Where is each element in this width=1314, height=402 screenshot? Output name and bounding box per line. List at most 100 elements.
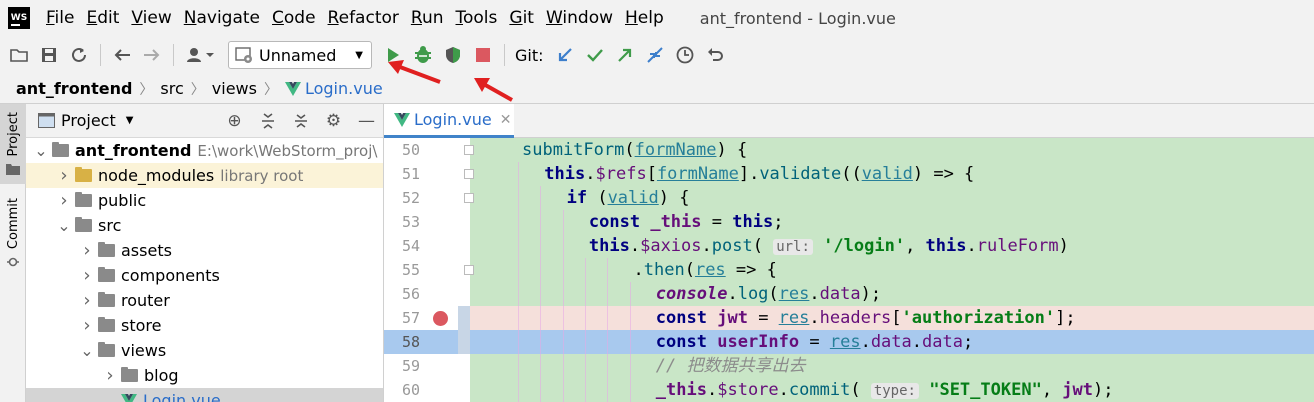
indent-guide [629,378,631,402]
rollback-icon[interactable] [700,40,730,70]
chevron-down-icon[interactable]: ⌄ [80,341,94,360]
code-line[interactable]: 60 _this.$store.commit( type: "SET_TOKEN"… [384,378,1314,402]
run-configuration-dropdown[interactable]: Unnamed ▼ [228,41,372,69]
chevron-down-icon[interactable]: ⌄ [57,216,71,235]
menu-item[interactable]: Edit [80,0,125,36]
tree-item-hint: library root [220,166,304,185]
tree-row[interactable]: › components [26,263,383,288]
project-tool-tab[interactable]: Project [0,104,26,184]
project-tab-label: Project [5,112,21,157]
tree-row[interactable]: ⌄ src [26,213,383,238]
line-number[interactable]: 52 [384,186,420,210]
menu-item[interactable]: Run [405,0,450,36]
forward-arrow-icon[interactable] [137,40,167,70]
line-number[interactable]: 60 [384,378,420,402]
chevron-right-icon[interactable]: › [103,365,117,386]
menu-item[interactable]: Code [266,0,322,36]
line-number[interactable]: 58 [384,330,420,354]
code-token: , [905,236,926,256]
code-line[interactable]: 51 this.$refs[formName].validate((valid) … [384,162,1314,186]
chevron-right-icon[interactable]: › [57,165,71,186]
chevron-right-icon[interactable]: › [80,290,94,311]
git-update-icon[interactable] [550,40,580,70]
tree-row[interactable]: › router [26,288,383,313]
code-line[interactable]: 50 submitForm(formName) { [384,138,1314,162]
menu-item[interactable]: Navigate [178,0,266,36]
stop-icon[interactable] [468,40,498,70]
locate-crosshair-icon[interactable]: ⊕ [218,111,251,131]
line-number[interactable]: 59 [384,354,420,378]
git-merge-icon[interactable] [640,40,670,70]
code-line[interactable]: 58 const userInfo = res.data.data; [384,330,1314,354]
code-line[interactable]: 53 const _this = this; [384,210,1314,234]
history-clock-icon[interactable] [670,40,700,70]
code-line[interactable]: 55 .then(res => { [384,258,1314,282]
line-number[interactable]: 54 [384,234,420,258]
fold-marker-icon[interactable] [464,169,474,179]
debug-icon[interactable] [408,40,438,70]
git-push-icon[interactable] [610,40,640,70]
folder-icon [98,242,115,257]
line-number[interactable]: 56 [384,282,420,306]
chevron-right-icon[interactable]: › [80,265,94,286]
line-number[interactable]: 53 [384,210,420,234]
tree-row[interactable]: ⌄ ant_frontend E:\work\WebStorm_proj\ [26,138,383,163]
tree-row[interactable]: › node_modules library root [26,163,383,188]
code-editor[interactable]: 50 submitForm(formName) {51 this.$refs[for… [384,138,1314,402]
code-line[interactable]: 52 if (valid) { [384,186,1314,210]
tree-row[interactable]: › store [26,313,383,338]
menu-item[interactable]: Refactor [322,0,405,36]
expand-all-icon[interactable] [251,112,284,129]
menu-item[interactable]: View [125,0,177,36]
commit-tool-tab[interactable]: Commit [0,198,26,278]
menu-item[interactable]: Git [503,0,540,36]
tree-row[interactable]: › blog [26,363,383,388]
hide-panel-icon[interactable]: — [350,111,383,131]
run-icon[interactable] [378,40,408,70]
git-commit-icon[interactable] [580,40,610,70]
project-panel-title[interactable]: Project [61,111,116,130]
breadcrumb-file[interactable]: Login.vue [305,79,383,98]
breadcrumb-views[interactable]: views [212,79,257,98]
chevron-right-icon[interactable]: › [57,190,71,211]
tree-row[interactable]: › assets [26,238,383,263]
breadcrumb-src[interactable]: src [160,79,183,98]
fold-marker-icon[interactable] [464,145,474,155]
line-number[interactable]: 57 [384,306,420,330]
line-number[interactable]: 51 [384,162,420,186]
close-icon[interactable]: ✕ [500,112,512,128]
tree-row[interactable]: Login.vue [26,388,383,402]
fold-marker-icon[interactable] [464,265,474,275]
line-number[interactable]: 55 [384,258,420,282]
tree-row[interactable]: ⌄ views [26,338,383,363]
open-folder-icon[interactable] [4,40,34,70]
back-arrow-icon[interactable] [107,40,137,70]
indent-guide [607,258,609,282]
editor-tab-login-vue[interactable]: Login.vue ✕ [384,104,514,138]
gear-icon[interactable]: ⚙ [317,111,350,131]
window-title: ant_frontend - Login.vue [699,8,896,28]
tree-row[interactable]: › public [26,188,383,213]
coverage-icon[interactable] [438,40,468,70]
tree-item-label: node_modules [98,166,215,185]
save-all-icon[interactable] [34,40,64,70]
sync-icon[interactable] [64,40,94,70]
menu-item[interactable]: Window [540,0,619,36]
code-line[interactable]: 56 console.log(res.data); [384,282,1314,306]
line-number[interactable]: 50 [384,138,420,162]
code-line[interactable]: 57 const jwt = res.headers['authorization… [384,306,1314,330]
menu-item[interactable]: File [40,0,80,36]
code-line[interactable]: 59 // 把数据共享出去 [384,354,1314,378]
chevron-right-icon[interactable]: › [80,315,94,336]
breadcrumb-project[interactable]: ant_frontend [16,79,132,98]
chevron-right-icon[interactable]: › [80,240,94,261]
user-dropdown-icon[interactable] [180,40,220,70]
breakpoint-icon[interactable] [433,311,448,326]
fold-marker-icon[interactable] [464,193,474,203]
chevron-down-icon[interactable]: ⌄ [34,141,48,160]
collapse-all-icon[interactable] [284,113,317,129]
code-line[interactable]: 54 this.$axios.post( url: '/login', this.… [384,234,1314,258]
menu-item[interactable]: Tools [450,0,504,36]
menu-item[interactable]: Help [619,0,670,36]
chevron-down-icon[interactable]: ▼ [126,115,134,126]
